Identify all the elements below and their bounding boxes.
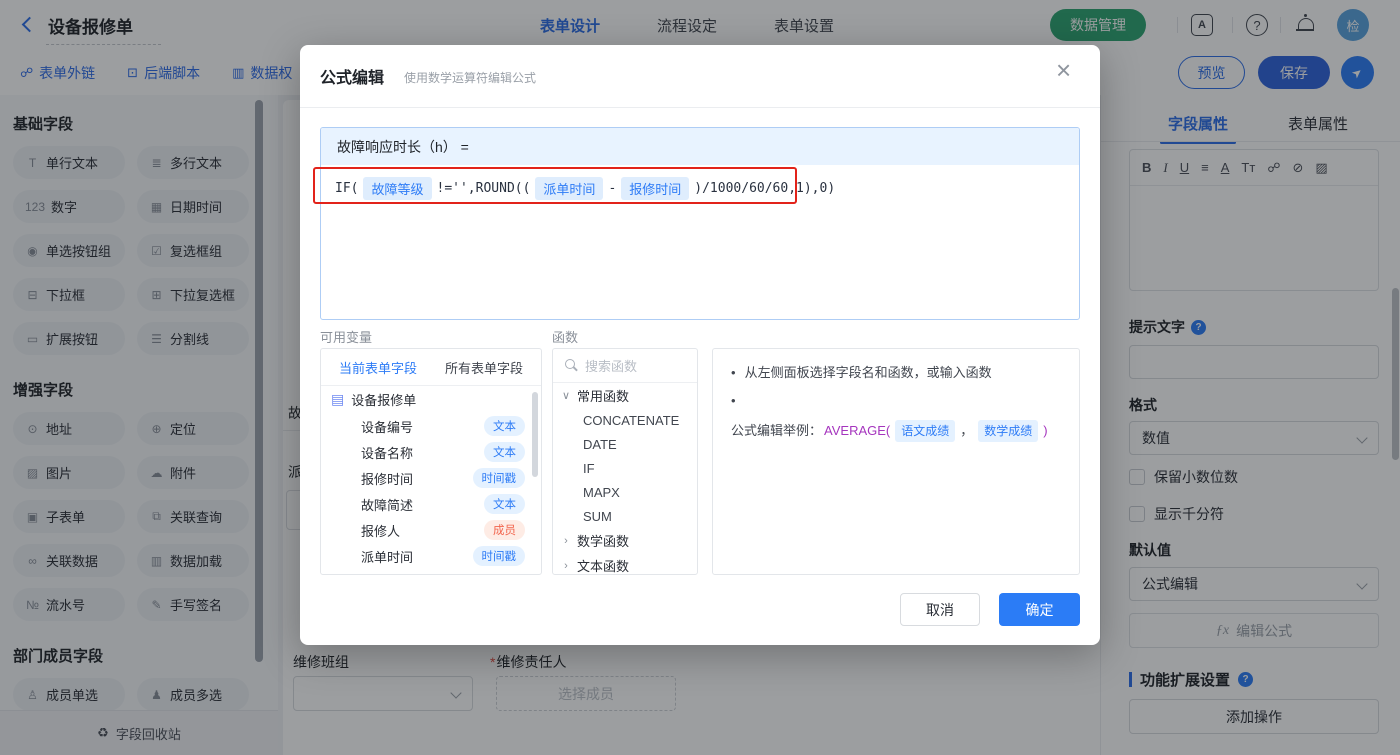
tip-line-1: • 从左侧面板选择字段名和函数，或输入函数 xyxy=(731,363,1061,383)
variable-type-badge: 文本 xyxy=(484,442,525,462)
search-placeholder: 搜索函数 xyxy=(585,359,638,374)
variable-row-报修时间[interactable]: 报修时间 时间戳 xyxy=(321,465,541,491)
modal-subtitle: 使用数学运算符编辑公式 xyxy=(404,71,537,85)
variable-name: 报修人 xyxy=(361,523,401,539)
variable-type-badge: 文本 xyxy=(484,416,525,436)
caret-right-icon: › xyxy=(564,559,568,572)
form-doc-icon: ▤ xyxy=(331,391,345,407)
cancel-button[interactable]: 取消 xyxy=(900,593,980,626)
example-function-close: ) xyxy=(1043,423,1048,438)
example-field-chip: 数学成绩 xyxy=(978,420,1039,442)
tip-line-2: • 公式编辑举例： AVERAGE( 语文成绩 ， 数学成绩 ) xyxy=(731,391,1061,442)
variable-row-设备名称[interactable]: 设备名称 文本 xyxy=(321,439,541,465)
caret-right-icon: › xyxy=(564,534,568,547)
search-icon xyxy=(565,359,578,372)
formula-edit-modal: 公式编辑 使用数学运算符编辑公式 × 故障响应时长（h） = IF( 故障等级 !=… xyxy=(300,45,1100,645)
variables-label: 可用变量 xyxy=(320,330,373,345)
function-item-IF[interactable]: IF xyxy=(553,456,697,480)
variable-type-badge: 文本 xyxy=(484,494,525,514)
function-group-常用函数[interactable]: ∨ 常用函数 xyxy=(553,383,697,408)
formula-text: IF( xyxy=(335,181,359,196)
function-item-SUM[interactable]: SUM xyxy=(553,504,697,528)
function-group-文本函数[interactable]: › 文本函数 xyxy=(553,553,697,574)
form-tree-root[interactable]: ▤ 设备报修单 xyxy=(321,386,541,413)
confirm-button[interactable]: 确定 xyxy=(999,593,1080,626)
function-group-label: 常用函数 xyxy=(577,389,630,404)
caret-down-icon: ∨ xyxy=(561,390,571,402)
function-item-DATE[interactable]: DATE xyxy=(553,432,697,456)
variable-row-故障简述[interactable]: 故障简述 文本 xyxy=(321,491,541,517)
variable-type-badge: 时间戳 xyxy=(472,468,525,488)
tab-current-form-fields[interactable]: 当前表单字段 xyxy=(339,358,417,377)
bullet: • xyxy=(731,365,736,380)
variable-type-badge: 时间戳 xyxy=(472,546,525,566)
functions-panel: 搜索函数 ∨ 常用函数 CONCATENATE DATE IF MAPX SUM › 数学函数 ›… xyxy=(552,348,698,575)
variable-row-报修人[interactable]: 报修人 成员 xyxy=(321,517,541,543)
variables-panel: 当前表单字段 所有表单字段 ▤ 设备报修单 设备编号 文本 设备名称 文本 报修时间 时间… xyxy=(320,348,542,575)
close-icon[interactable]: × xyxy=(1056,57,1071,83)
formula-text: - xyxy=(608,181,617,196)
formula-target-label: 故障响应时长（h） = xyxy=(321,128,1079,165)
variable-name: 设备编号 xyxy=(361,419,414,435)
function-item-MAPX[interactable]: MAPX xyxy=(553,480,697,504)
formula-field-chip[interactable]: 报修时间 xyxy=(621,177,690,200)
variable-name: 派单时间 xyxy=(361,549,414,565)
bullet: • xyxy=(731,393,736,408)
formula-text: !='',ROUND(( xyxy=(436,181,531,196)
function-item-CONCATENATE[interactable]: CONCATENATE xyxy=(553,408,697,432)
formula-text: )/1000/60/60,1),0) xyxy=(694,181,836,196)
variable-row-派单时间[interactable]: 派单时间 时间戳 xyxy=(321,543,541,569)
app-window: 设备报修单 表单设计 流程设定 表单设置 数据管理 A ? 检 ☍ 表单外链 ⊡ 后端脚本… xyxy=(0,0,1400,755)
formula-tips-panel: • 从左侧面板选择字段名和函数，或输入函数 • 公式编辑举例： AVERAGE(… xyxy=(712,348,1080,575)
example-comma: ， xyxy=(960,423,974,438)
variable-row-设备编号[interactable]: 设备编号 文本 xyxy=(321,413,541,439)
function-group-label: 数学函数 xyxy=(577,534,630,549)
divider xyxy=(300,107,1100,108)
variable-name: 设备名称 xyxy=(361,445,414,461)
example-field-chip: 语文成绩 xyxy=(895,420,956,442)
modal-title: 公式编辑 xyxy=(320,70,385,87)
variables-tabs: 当前表单字段 所有表单字段 xyxy=(321,349,541,386)
function-search-input[interactable]: 搜索函数 xyxy=(553,349,697,383)
variable-name: 报修时间 xyxy=(361,471,414,487)
variable-list: 设备编号 文本 设备名称 文本 报修时间 时间戳 故障简述 文本 报修人 成员 派单时间 时间戳 xyxy=(321,413,541,569)
functions-label: 函数 xyxy=(552,330,579,345)
function-group-数学函数[interactable]: › 数学函数 xyxy=(553,528,697,553)
example-function-open: AVERAGE( xyxy=(824,423,891,438)
function-group-label: 文本函数 xyxy=(577,559,630,574)
variables-scrollbar[interactable] xyxy=(532,392,538,477)
variable-type-badge: 成员 xyxy=(484,520,525,540)
formula-field-chip[interactable]: 派单时间 xyxy=(535,177,604,200)
tab-all-form-fields[interactable]: 所有表单字段 xyxy=(445,358,523,377)
function-list: ∨ 常用函数 CONCATENATE DATE IF MAPX SUM › 数学函数 › 文本函数 xyxy=(553,383,697,574)
variable-name: 故障简述 xyxy=(361,497,414,513)
formula-editor: 故障响应时长（h） = IF( 故障等级 !='',ROUND(( 派单时间 - 报修时间… xyxy=(320,127,1080,320)
formula-input[interactable]: IF( 故障等级 !='',ROUND(( 派单时间 - 报修时间 )/1000/60/60… xyxy=(321,165,1079,212)
formula-field-chip[interactable]: 故障等级 xyxy=(363,177,432,200)
